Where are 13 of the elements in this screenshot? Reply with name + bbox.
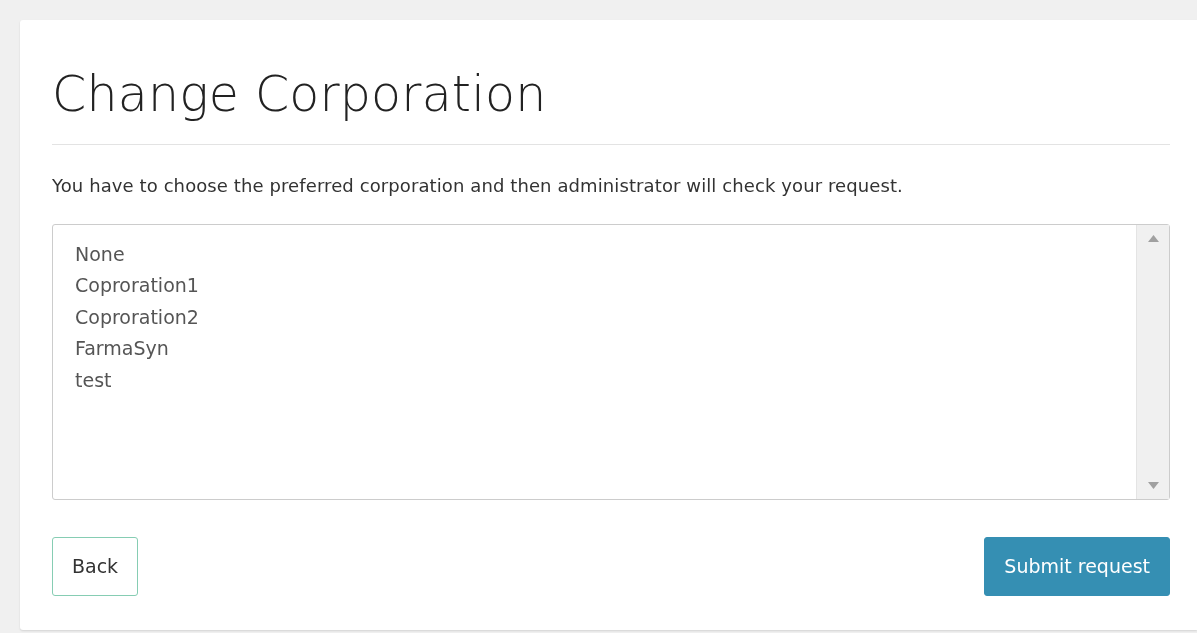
corporation-listbox[interactable]: None Coproration1 Coproration2 FarmaSyn test bbox=[52, 223, 1170, 500]
scroll-down-icon[interactable] bbox=[1147, 481, 1159, 489]
submit-button[interactable]: Submit request bbox=[984, 536, 1170, 596]
list-option[interactable]: test bbox=[75, 364, 112, 397]
list-option[interactable]: FarmaSyn bbox=[75, 333, 169, 365]
scroll-up-icon[interactable] bbox=[1147, 234, 1159, 242]
description-text: You have to choose the preferred corporation and then administrator will check your request. bbox=[52, 174, 904, 196]
list-option[interactable]: Coproration1 bbox=[75, 270, 199, 302]
back-button[interactable]: Back bbox=[52, 536, 139, 596]
list-option[interactable]: Coproration2 bbox=[75, 301, 199, 334]
page-title: Change Corporation bbox=[52, 68, 548, 122]
list-option[interactable]: None bbox=[75, 238, 125, 271]
scrollbar[interactable] bbox=[1136, 224, 1169, 499]
